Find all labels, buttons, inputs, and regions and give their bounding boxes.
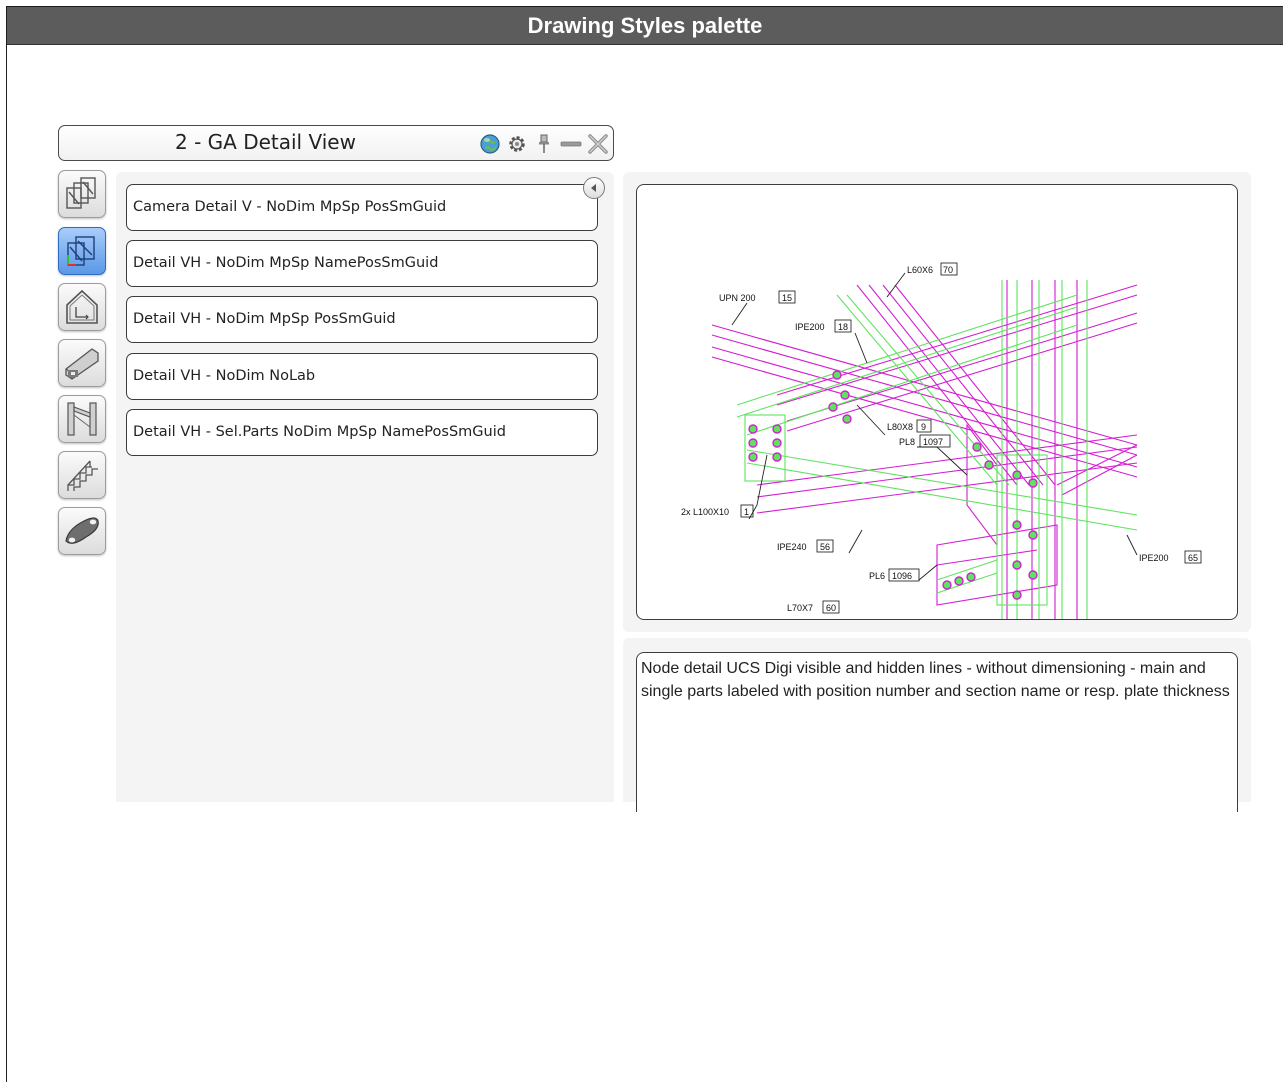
chevron-left-icon xyxy=(591,184,596,192)
beam-views-tab[interactable] xyxy=(58,339,106,387)
close-icon[interactable] xyxy=(587,133,609,155)
preview-label-pos: 1096 xyxy=(892,571,912,581)
description-panel: Node detail UCS Digi visible and hidden … xyxy=(623,638,1251,812)
collapse-panel-button[interactable] xyxy=(583,177,605,199)
frame-icon xyxy=(67,402,97,436)
detail-views-tab[interactable] xyxy=(58,227,106,275)
preview-label: IPE200 xyxy=(795,322,825,332)
preview-label: UPN 200 xyxy=(719,293,756,303)
plate-views-tab[interactable] xyxy=(58,507,106,555)
preview-label-pos: 1 xyxy=(744,507,749,517)
preview-label-pos: 60 xyxy=(826,603,836,613)
preview-label: PL8 xyxy=(899,437,915,447)
preview-label-pos: 70 xyxy=(943,265,953,275)
stacked-frames-icon xyxy=(66,177,96,209)
preview-label-pos: 65 xyxy=(1188,553,1198,563)
preview-label-pos: 9 xyxy=(921,422,926,432)
model-views-tab[interactable] xyxy=(58,170,106,218)
style-item[interactable]: Detail VH - NoDim NoLab xyxy=(126,353,598,400)
style-list-panel: Camera Detail V - NoDim MpSp PosSmGuid D… xyxy=(116,172,614,802)
style-description: Node detail UCS Digi visible and hidden … xyxy=(636,652,1238,812)
palette-header-icons xyxy=(479,131,609,157)
globe-icon[interactable] xyxy=(479,133,501,155)
steel-connection-drawing: L60X6 70 UPN 200 15 IPE200 18 L80X8 9 PL… xyxy=(681,262,1202,619)
preview-label-pos: 56 xyxy=(820,542,830,552)
pin-icon[interactable] xyxy=(533,133,555,155)
beam-icon xyxy=(65,348,99,380)
preview-label-pos: 15 xyxy=(782,293,792,303)
frame-views-tab[interactable] xyxy=(58,395,106,443)
page-title: Drawing Styles palette xyxy=(7,7,1283,45)
stair-views-tab[interactable] xyxy=(58,451,106,499)
preview-label: 2x L100X10 xyxy=(681,507,729,517)
style-item[interactable]: Camera Detail V - NoDim MpSp PosSmGuid xyxy=(126,184,598,231)
stair-icon xyxy=(67,460,98,491)
preview-label: L60X6 xyxy=(907,265,933,275)
preview-label: PL6 xyxy=(869,571,885,581)
preview-label: L80X8 xyxy=(887,422,913,432)
minimize-icon[interactable] xyxy=(560,133,582,155)
building-views-tab[interactable] xyxy=(58,283,106,331)
preview-panel: L60X6 70 UPN 200 15 IPE200 18 L80X8 9 PL… xyxy=(623,172,1251,632)
style-item[interactable]: Detail VH - NoDim MpSp PosSmGuid xyxy=(126,296,598,343)
preview-label: L70X7 xyxy=(787,603,813,613)
palette-title: 2 - GA Detail View xyxy=(175,130,356,154)
preview-label: IPE200 xyxy=(1139,553,1169,563)
style-item[interactable]: Detail VH - Sel.Parts NoDim MpSp NamePos… xyxy=(126,409,598,456)
house-outline-icon xyxy=(66,289,98,324)
gear-icon[interactable] xyxy=(506,133,528,155)
detail-frame-icon xyxy=(67,236,95,266)
preview-label-pos: 1097 xyxy=(923,437,943,447)
palette-header: 2 - GA Detail View xyxy=(58,125,614,161)
style-item[interactable]: Detail VH - NoDim MpSp NamePosSmGuid xyxy=(126,240,598,287)
style-preview-image: L60X6 70 UPN 200 15 IPE200 18 L80X8 9 PL… xyxy=(636,184,1238,620)
preview-label: IPE240 xyxy=(777,542,807,552)
preview-label-pos: 18 xyxy=(838,322,848,332)
plate-icon xyxy=(65,517,99,544)
